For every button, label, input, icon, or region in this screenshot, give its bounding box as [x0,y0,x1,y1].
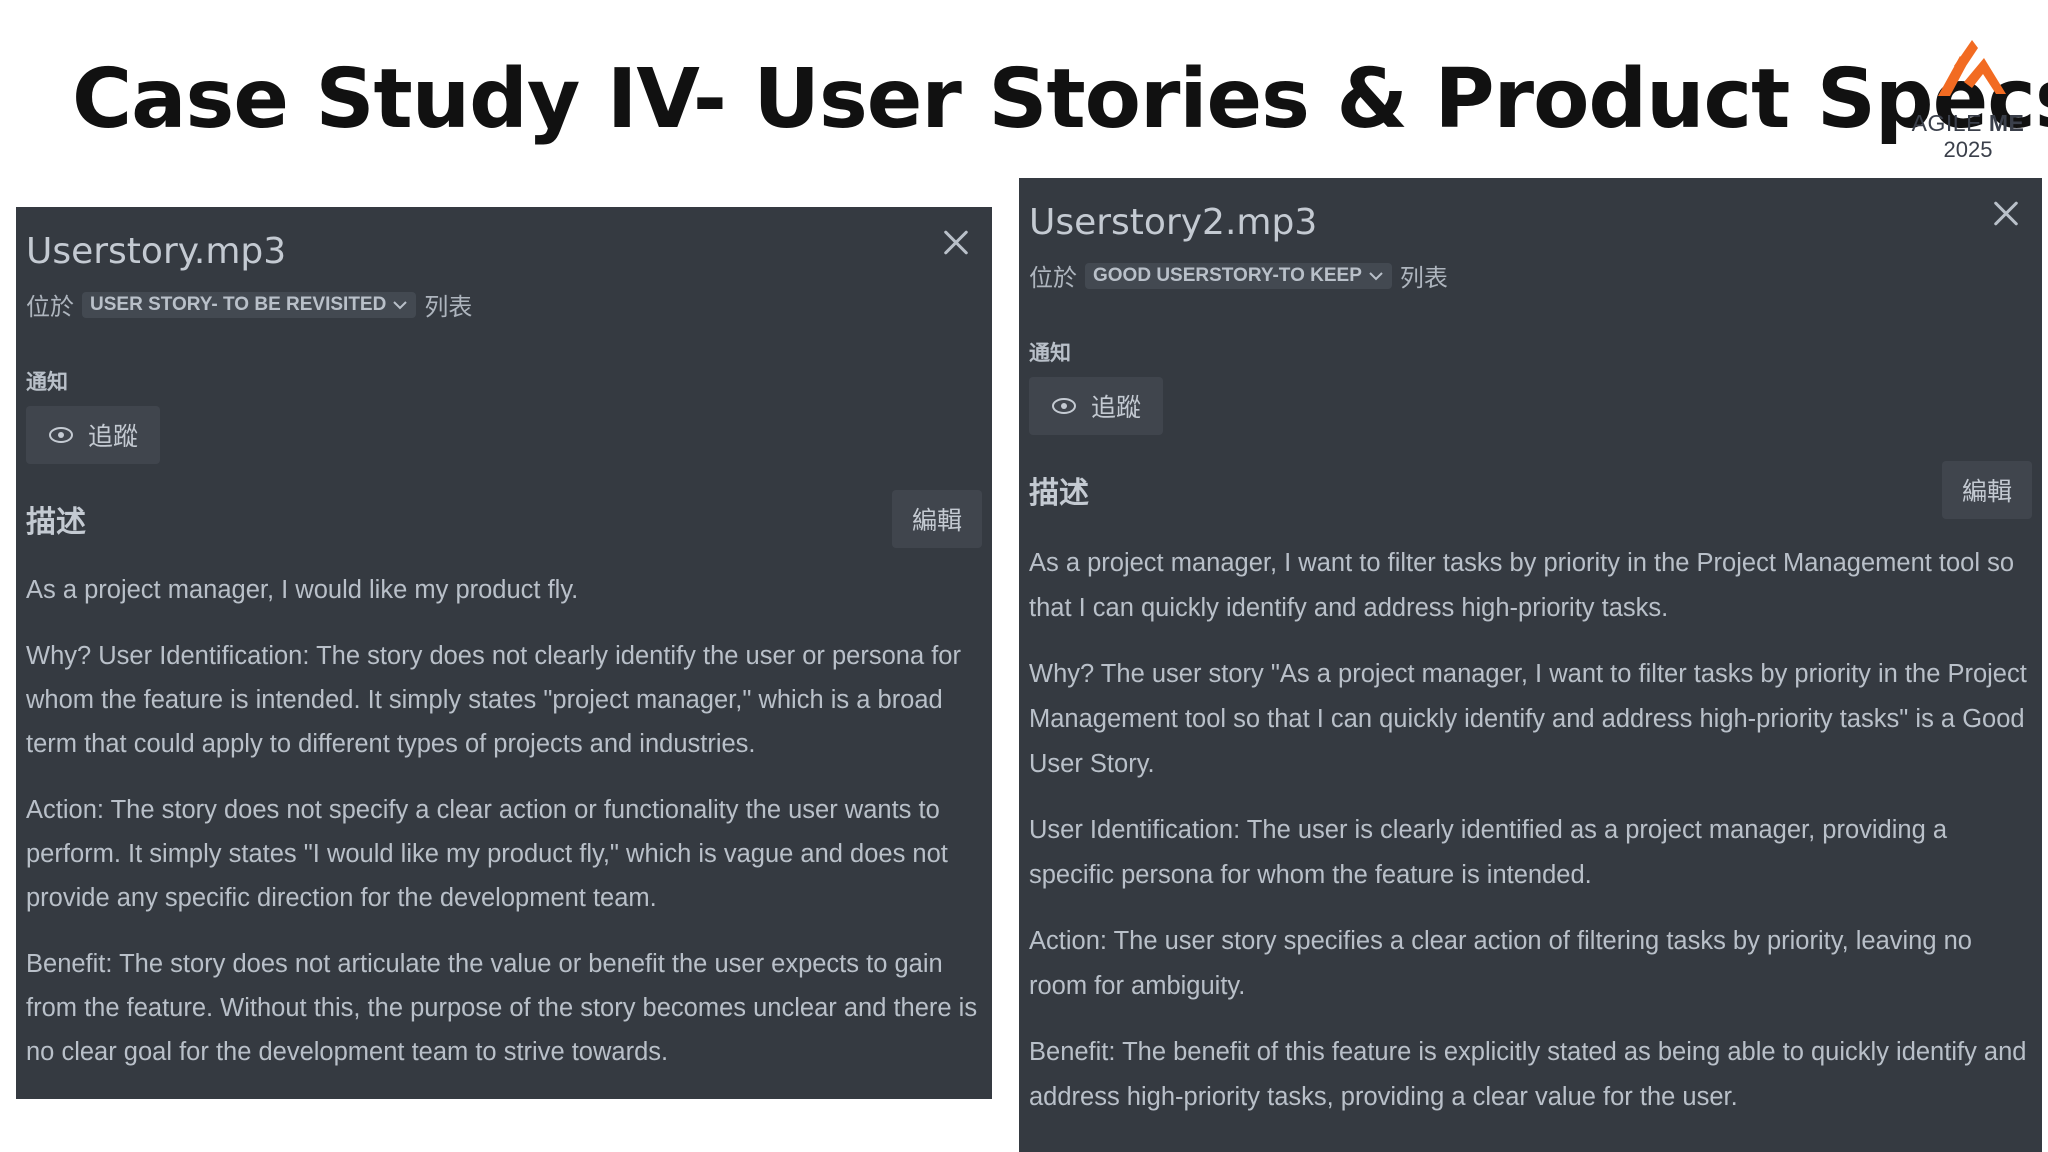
notifications-label: 通知 [1029,342,1071,365]
location-suffix: 列表 [1399,265,1448,292]
list-selector[interactable]: GOOD USERSTORY-TO KEEP [1085,262,1392,289]
card-location: 位於 USER STORY- TO BE REVISITED 列表 [26,287,982,322]
watch-button[interactable]: 追蹤 [1029,377,1164,435]
card-detail-userstory2: Userstory2.mp3 位於 GOOD USERSTORY-TO KEEP… [1019,178,2042,1152]
location-prefix: 位於 [26,294,74,321]
agile-me-logo: AGILE ME 2025 [1908,36,2028,166]
edit-button[interactable]: 編輯 [891,490,982,548]
description-header: 描述 編輯 [1029,461,2032,519]
card-title[interactable]: Userstory.mp3 [26,227,982,277]
list-name: GOOD USERSTORY-TO KEEP [1093,264,1362,286]
chevron-down-icon [393,300,408,309]
watch-label: 追蹤 [1091,394,1142,422]
location-prefix: 位於 [1029,265,1077,292]
description-label: 描述 [1029,477,1089,510]
description-paragraph: As a project manager, I want to filter t… [1029,549,2015,622]
location-suffix: 列表 [424,294,473,321]
close-icon[interactable] [1986,194,2026,234]
description-body: As a project manager, I want to filter t… [1029,541,2032,1120]
description-paragraph: Action: The story does not specify a cle… [26,796,948,912]
description-paragraph: As a project manager, I would like my pr… [26,576,579,604]
close-icon[interactable] [936,223,976,263]
card-title[interactable]: Userstory2.mp3 [1029,198,2032,248]
watch-button[interactable]: 追蹤 [26,406,161,464]
card-location: 位於 GOOD USERSTORY-TO KEEP 列表 [1029,258,2032,293]
notifications-label: 通知 [26,371,68,394]
description-paragraph: Benefit: The story does not articulate t… [26,950,978,1066]
agile-me-logo-mark-icon [1938,40,2006,96]
description-label: 描述 [26,506,86,539]
eye-icon [49,427,73,443]
card-detail-userstory: Userstory.mp3 位於 USER STORY- TO BE REVIS… [16,207,992,1099]
description-header: 描述 編輯 [26,490,982,548]
description-paragraph: Why? The user story "As a project manage… [1029,660,2027,778]
description-paragraph: Benefit: The benefit of this feature is … [1029,1038,2027,1111]
list-name: USER STORY- TO BE REVISITED [90,293,387,315]
description-paragraph: User Identification: The user is clearly… [1029,816,1948,889]
watch-label: 追蹤 [88,423,139,451]
description-body: As a project manager, I would like my pr… [26,568,982,1074]
edit-button[interactable]: 編輯 [1941,461,2032,519]
description-paragraph: Why? User Identification: The story does… [26,642,961,758]
description-paragraph: Action: The user story specifies a clear… [1029,927,1972,1000]
eye-icon [1052,398,1076,414]
list-selector[interactable]: USER STORY- TO BE REVISITED [82,291,417,318]
slide-title: Case Study IV- User Stories & Product Sp… [72,52,2048,147]
logo-wordmark: AGILE ME [1911,110,2025,136]
logo-year: 2025 [1943,137,1993,162]
chevron-down-icon [1369,271,1383,280]
